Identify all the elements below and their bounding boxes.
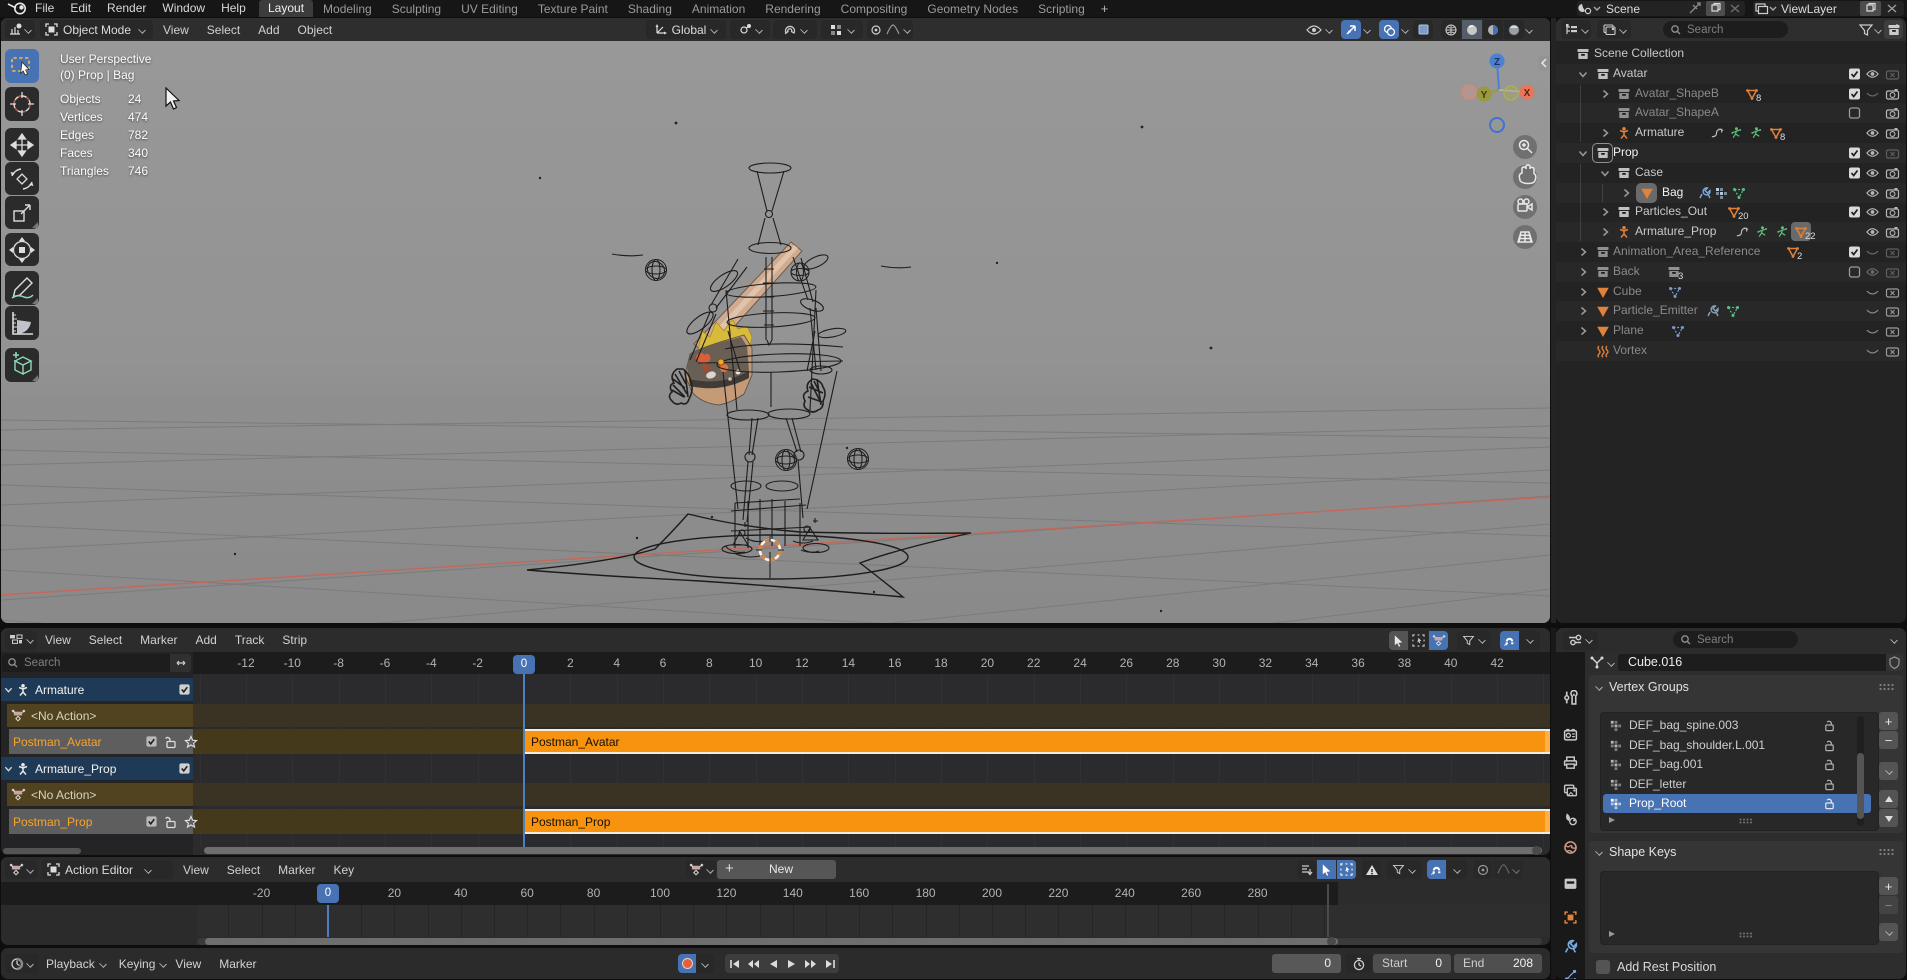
svg-text:X: X [1524,88,1531,99]
svg-text:Y: Y [1481,90,1488,101]
svg-text:Z: Z [1494,57,1500,68]
